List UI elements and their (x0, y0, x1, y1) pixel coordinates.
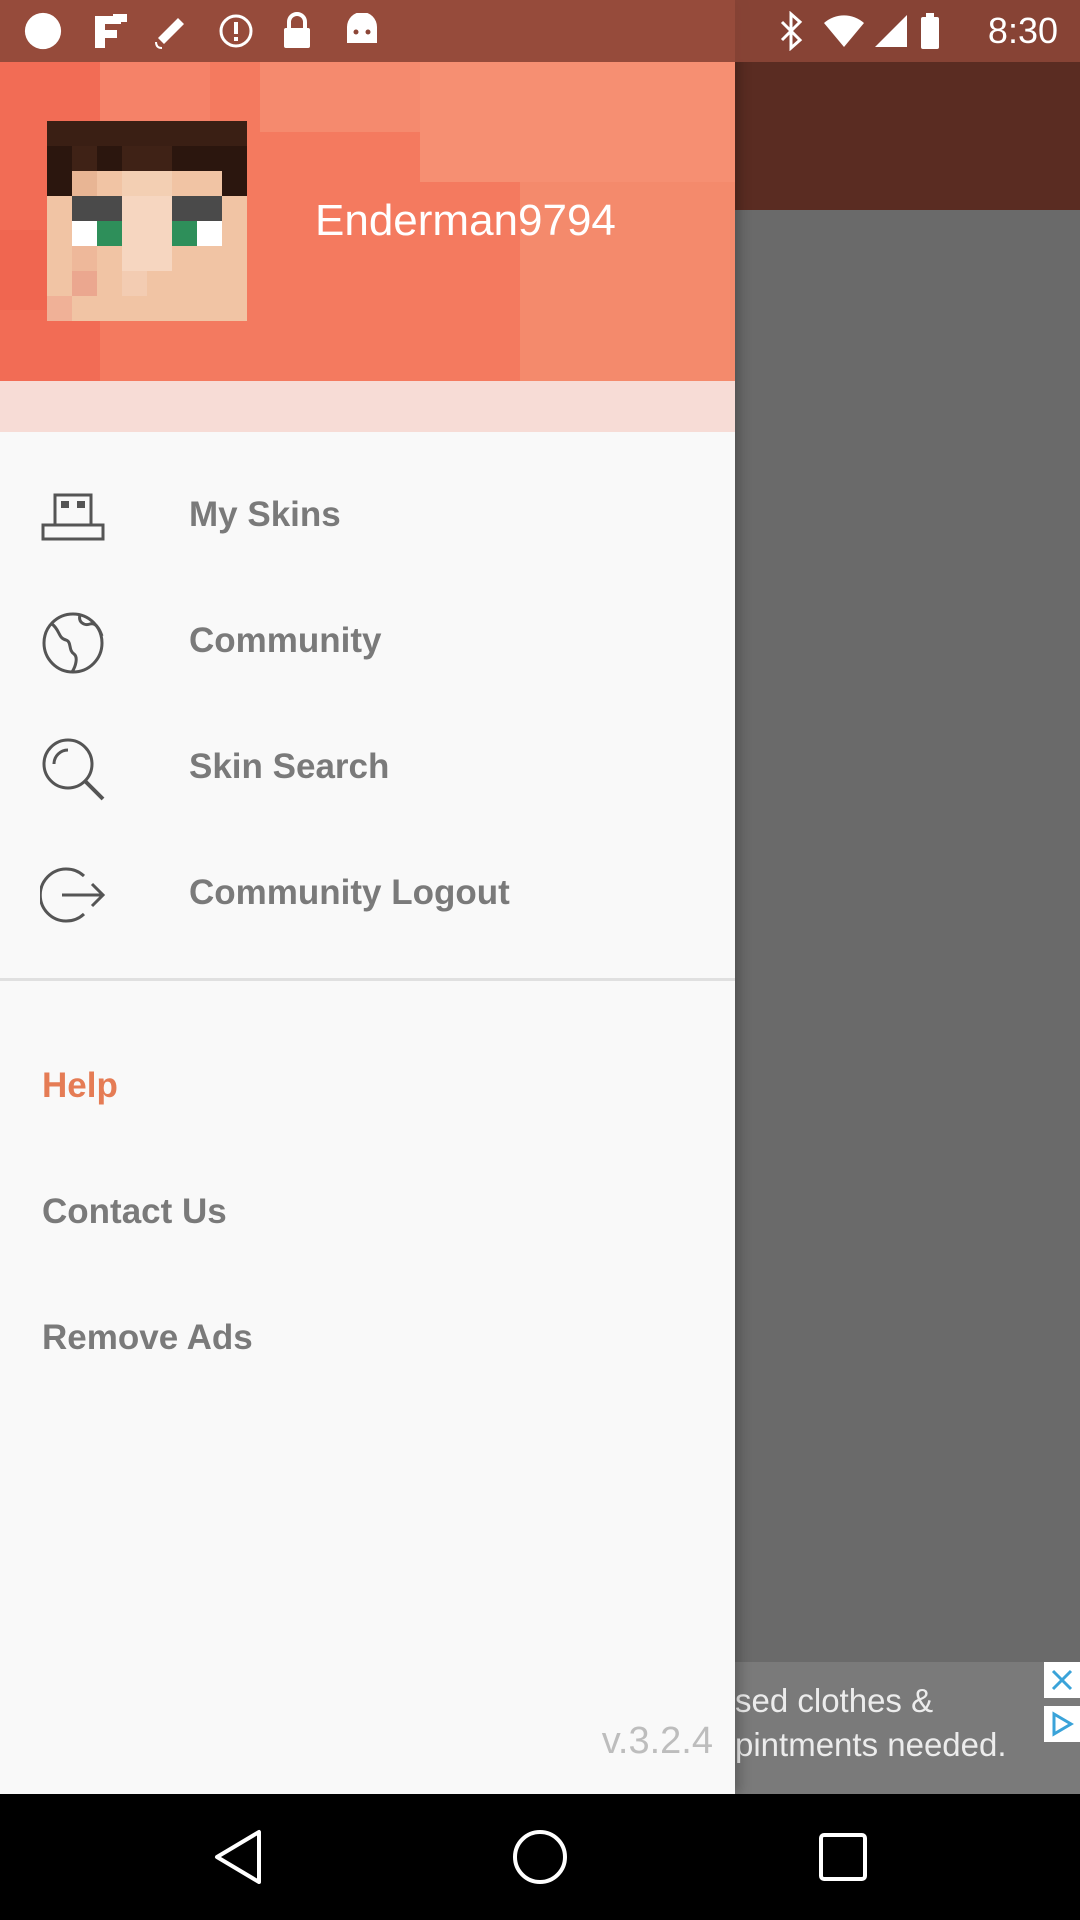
ad-text-line-2: pintments needed. (735, 1726, 1007, 1763)
recents-icon[interactable] (813, 1827, 873, 1887)
battery-icon (918, 12, 942, 50)
fake-gps-icon (91, 12, 129, 50)
menu-label-contact-us: Contact Us (42, 1192, 227, 1231)
signal-icon (872, 12, 910, 50)
menu-divider (0, 978, 735, 981)
menu-item-my-skins[interactable]: My Skins (0, 454, 735, 580)
ad-close-icon[interactable] (1044, 1662, 1080, 1698)
menu-label-remove-ads: Remove Ads (42, 1318, 253, 1357)
home-icon[interactable] (510, 1827, 570, 1887)
ad-choices-icon[interactable] (1044, 1706, 1080, 1742)
avatar[interactable] (47, 121, 247, 321)
lock-icon (278, 12, 316, 50)
back-icon[interactable] (208, 1827, 268, 1887)
status-bar: 8:30 (0, 0, 1080, 62)
username: Enderman9794 (315, 196, 616, 245)
android-icon (343, 12, 381, 50)
wifi-icon (822, 12, 866, 50)
header-divider-strip (0, 381, 735, 432)
search-icon (42, 738, 105, 801)
menu-label-community-logout: Community Logout (189, 873, 510, 912)
ad-text-line-1: sed clothes & (735, 1682, 934, 1719)
globe-icon (42, 612, 104, 674)
skins-icon (41, 493, 105, 541)
menu-item-community-logout[interactable]: Community Logout (0, 832, 735, 958)
alert-icon (217, 12, 255, 50)
app-version: v.3.2.4 (601, 1720, 713, 1762)
status-time: 8:30 (987, 10, 1058, 51)
menu-label-my-skins: My Skins (189, 495, 341, 534)
satellite-icon (152, 12, 190, 50)
menu-label-community: Community (189, 621, 382, 660)
menu-item-help[interactable]: Help (0, 1022, 735, 1148)
menu-item-community[interactable]: Community (0, 580, 735, 706)
menu-item-contact-us[interactable]: Contact Us (0, 1148, 735, 1274)
circle-icon (24, 12, 62, 50)
menu-label-skin-search: Skin Search (189, 747, 390, 786)
menu-label-help: Help (42, 1066, 118, 1105)
bluetooth-icon (772, 11, 810, 51)
menu-item-remove-ads[interactable]: Remove Ads (0, 1274, 735, 1400)
logout-icon (40, 867, 106, 923)
navigation-drawer: Enderman9794 My Skins Community Skin Sea… (0, 0, 735, 1794)
system-nav-bar (0, 1794, 1080, 1920)
menu-item-skin-search[interactable]: Skin Search (0, 706, 735, 832)
